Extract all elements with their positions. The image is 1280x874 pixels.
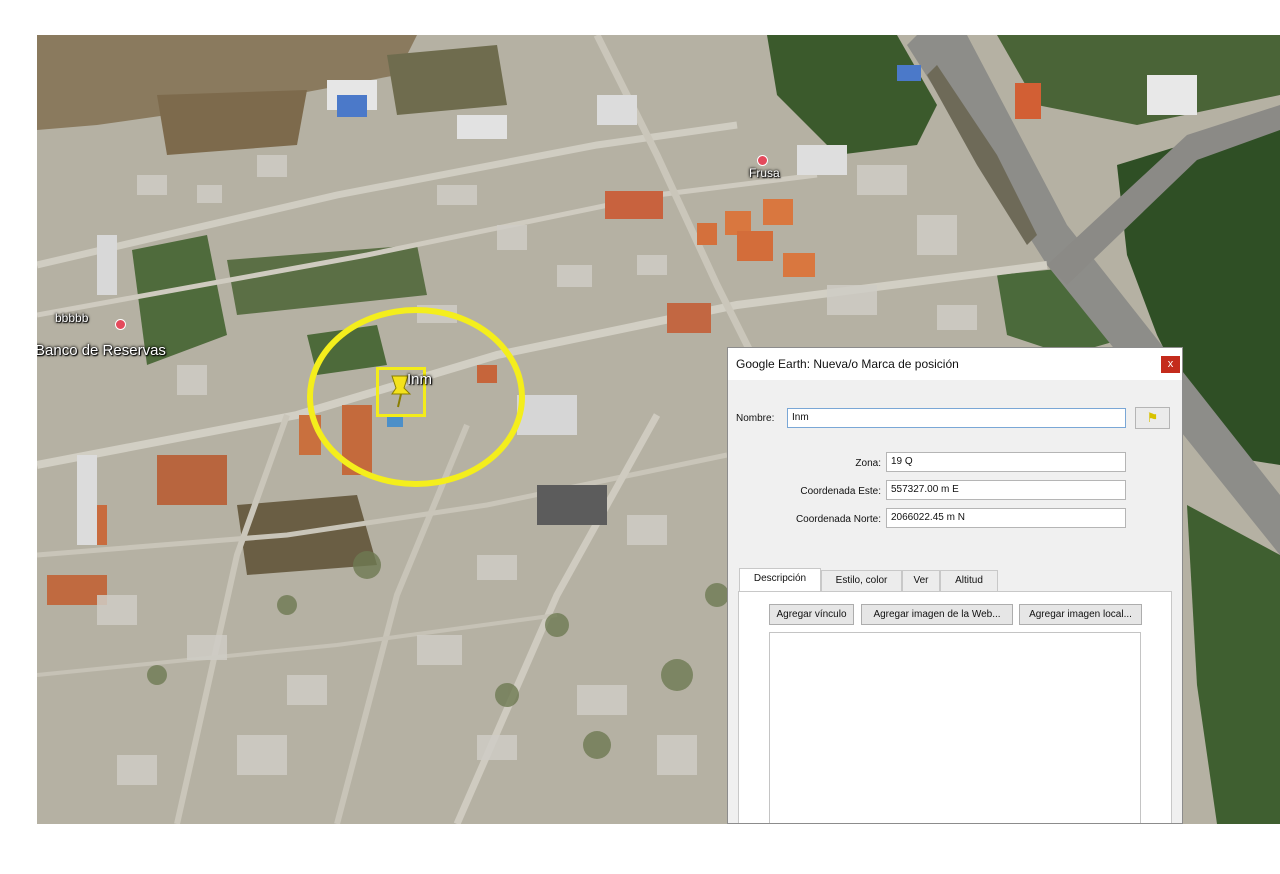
tab-ver[interactable]: Ver [902,570,940,592]
coordenada-norte-label: Coordenada Norte: [795,514,881,525]
add-web-image-button[interactable]: Agregar imagen de la Web... [861,604,1013,625]
description-textarea[interactable] [769,632,1141,823]
pushpin-style-button[interactable]: ⚑ [1135,407,1170,429]
descripcion-panel: Agregar vínculo Agregar imagen de la Web… [738,591,1172,823]
dialog-title: Google Earth: Nueva/o Marca de posición [736,357,959,371]
map-label-banco[interactable]: Banco de Reservas [37,342,166,359]
pushpin-icon: ⚑ [1146,410,1159,425]
tab-altitud[interactable]: Altitud [940,570,998,592]
map-label-frusa[interactable]: Frusa [749,166,780,180]
dialog-titlebar[interactable]: Google Earth: Nueva/o Marca de posición … [728,348,1182,380]
nombre-input[interactable]: Inm [787,408,1126,428]
poi-icon[interactable] [757,155,768,166]
close-button[interactable]: x [1161,356,1180,373]
coordenada-norte-input[interactable]: 2066022.45 m N [886,508,1126,528]
poi-icon[interactable] [115,319,126,330]
zona-input[interactable]: 19 Q [886,452,1126,472]
coordenada-este-input[interactable]: 557327.00 m E [886,480,1126,500]
coordenada-este-label: Coordenada Este: [800,486,881,497]
map-label-bbbbb: bbbbb [55,311,89,325]
add-local-image-button[interactable]: Agregar imagen local... [1019,604,1142,625]
new-placemark-dialog: Google Earth: Nueva/o Marca de posición … [727,347,1183,824]
add-link-button[interactable]: Agregar vínculo [769,604,854,625]
tab-descripcion[interactable]: Descripción [739,568,821,592]
placemark-label[interactable]: Inm [407,371,432,388]
tab-estilo-color[interactable]: Estilo, color [821,570,902,592]
nombre-label: Nombre: [736,413,775,424]
zona-label: Zona: [855,458,881,469]
